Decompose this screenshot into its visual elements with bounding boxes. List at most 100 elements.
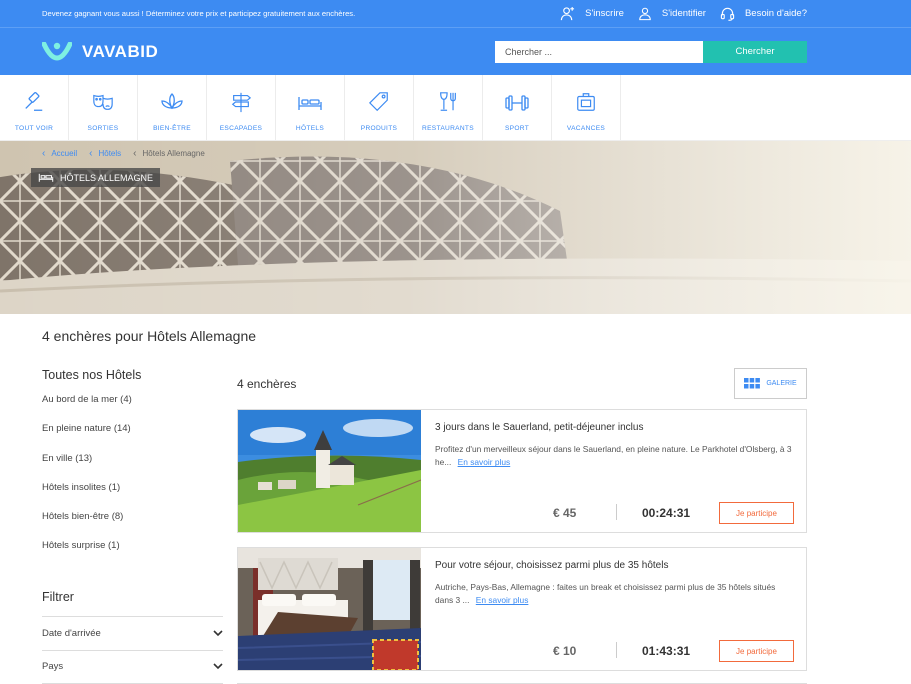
category-label: SPORT	[504, 125, 530, 132]
breadcrumb-label: Accueil	[51, 149, 78, 158]
participate-button[interactable]: Je participe	[719, 640, 794, 662]
category-produits[interactable]: PRODUITS	[345, 75, 414, 140]
landscape-church-image	[238, 410, 421, 532]
hero-category-label: HÔTELS ALLEMAGNE	[31, 168, 161, 187]
register-label: S'inscrire	[585, 8, 624, 19]
auction-title[interactable]: Pour votre séjour, choisissez parmi plus…	[435, 560, 792, 571]
breadcrumb-home[interactable]: ‹ Accueil	[42, 148, 77, 159]
auction-timer: 01:43:31	[642, 644, 691, 658]
auction-thumbnail[interactable]	[238, 548, 421, 670]
suitcase-icon	[577, 93, 595, 111]
read-more-link[interactable]: En savoir plus	[458, 457, 511, 467]
main-header: VAVABID Chercher	[0, 27, 911, 75]
category-label: PRODUITS	[360, 125, 398, 132]
category-escapades[interactable]: ESCAPADES	[207, 75, 276, 140]
sidebar-item[interactable]: Hôtels bien-être (8)	[42, 511, 223, 540]
divider	[616, 504, 617, 520]
hero-label-text: HÔTELS ALLEMAGNE	[60, 172, 154, 183]
chevron-left-icon: ‹	[133, 148, 137, 159]
breadcrumb: ‹ Accueil ‹ Hôtels ‹ Hôtels Allemagne	[42, 148, 217, 159]
tag-icon	[368, 92, 388, 112]
category-restaurants[interactable]: RESTAURANTS	[414, 75, 483, 140]
breadcrumb-label: Hôtels	[98, 149, 122, 158]
category-label: SORTIES	[87, 125, 119, 132]
category-tout-voir[interactable]: TOUT VOIR	[0, 75, 69, 140]
category-label: TOUT VOIR	[14, 125, 54, 132]
auction-card-body: Pour votre séjour, choisissez parmi plus…	[421, 548, 806, 670]
sidebar: Toutes nos Hôtels Au bord de la mer (4) …	[42, 368, 223, 684]
hero-bedroom-image	[0, 141, 911, 314]
auction-description: Autriche, Pays-Bas, Allemagne : faites u…	[435, 581, 792, 608]
category-sport[interactable]: SPORT	[483, 75, 552, 140]
vavabid-logo-icon	[42, 41, 72, 60]
account-links: S'inscrire S'identifier Besoin d'aide?	[546, 6, 807, 21]
logo[interactable]: VAVABID	[42, 41, 158, 62]
bed-icon	[298, 97, 322, 110]
search-button[interactable]: Chercher	[703, 40, 807, 63]
category-nav: TOUT VOIR SORTIES BIEN-ÊTRE ESCAPADES HÔ…	[0, 75, 911, 141]
results-header: 4 enchères GALERIE	[237, 368, 807, 399]
gavel-icon	[25, 91, 43, 111]
auction-title[interactable]: 3 jours dans le Sauerland, petit-déjeune…	[435, 422, 792, 433]
read-more-link[interactable]: En savoir plus	[476, 595, 529, 605]
breadcrumb-hotels[interactable]: ‹ Hôtels	[89, 148, 121, 159]
register-link[interactable]: S'inscrire	[560, 6, 624, 21]
category-label: BIEN-ÊTRE	[153, 125, 191, 132]
auction-card[interactable]: Pour votre séjour, choisissez parmi plus…	[237, 547, 807, 671]
hero-banner	[0, 141, 911, 314]
sidebar-item[interactable]: En pleine nature (14)	[42, 423, 223, 452]
chevron-down-icon	[213, 630, 223, 636]
top-bar: Devenez gagnant vous aussi ! Déterminez …	[0, 0, 911, 27]
category-vacances[interactable]: VACANCES	[552, 75, 621, 140]
login-link[interactable]: S'identifier	[638, 6, 706, 21]
category-sorties[interactable]: SORTIES	[69, 75, 138, 140]
sidebar-item[interactable]: Au bord de la mer (4)	[42, 394, 223, 423]
auction-timer: 00:24:31	[642, 506, 691, 520]
help-link[interactable]: Besoin d'aide?	[720, 6, 807, 21]
hotel-room-image	[238, 548, 421, 670]
results-panel: 4 enchères GALERIE 3 jours dans le Sauer…	[237, 368, 807, 671]
auction-description: Profitez d'un merveilleux séjour dans le…	[435, 443, 792, 470]
chevron-down-icon	[213, 663, 223, 670]
search-input[interactable]	[495, 40, 703, 63]
category-label: ESCAPADES	[219, 125, 263, 132]
page-title: 4 enchères pour Hôtels Allemagne	[42, 328, 257, 344]
results-count: 4 enchères	[237, 376, 297, 391]
promo-text: Devenez gagnant vous aussi ! Déterminez …	[42, 9, 356, 18]
signpost-icon	[231, 92, 252, 113]
auction-card[interactable]: 3 jours dans le Sauerland, petit-déjeune…	[237, 409, 807, 533]
participate-button[interactable]: Je participe	[719, 502, 794, 524]
wine-fork-icon	[440, 92, 456, 111]
dumbbell-icon	[505, 95, 529, 111]
lotus-icon	[161, 93, 183, 110]
sidebar-item[interactable]: Hôtels surprise (1)	[42, 540, 223, 569]
breadcrumb-label: Hôtels Allemagne	[142, 149, 205, 158]
category-label: HÔTELS	[295, 125, 325, 132]
filter-country[interactable]: Pays	[42, 649, 223, 684]
category-bien-etre[interactable]: BIEN-ÊTRE	[138, 75, 207, 140]
filter-title: Filtrer	[42, 589, 74, 604]
category-label: VACANCES	[566, 125, 606, 132]
category-label: RESTAURANTS	[422, 125, 474, 132]
filter-label: Date d'arrivée	[42, 627, 101, 639]
search-bar: Chercher	[495, 40, 807, 63]
user-icon	[639, 7, 651, 21]
headset-icon	[720, 7, 735, 21]
sidebar-item[interactable]: Hôtels insolites (1)	[42, 482, 223, 511]
bed-icon	[38, 173, 54, 182]
breadcrumb-current: ‹ Hôtels Allemagne	[133, 148, 205, 159]
chevron-left-icon: ‹	[42, 148, 46, 159]
auction-thumbnail[interactable]	[238, 410, 421, 532]
help-label: Besoin d'aide?	[744, 8, 807, 19]
auction-card-body: 3 jours dans le Sauerland, petit-déjeune…	[421, 410, 806, 532]
gallery-view-button[interactable]: GALERIE	[734, 368, 807, 399]
chevron-left-icon: ‹	[89, 148, 93, 159]
auction-price: € 10	[553, 644, 577, 658]
auction-price: € 45	[553, 506, 577, 520]
user-plus-icon	[560, 6, 575, 21]
category-hotels[interactable]: HÔTELS	[276, 75, 345, 140]
gallery-label: GALERIE	[766, 380, 797, 387]
filter-arrival-date[interactable]: Date d'arrivée	[42, 615, 223, 650]
sidebar-item[interactable]: En ville (13)	[42, 453, 223, 482]
filter-label: Pays	[42, 661, 64, 673]
